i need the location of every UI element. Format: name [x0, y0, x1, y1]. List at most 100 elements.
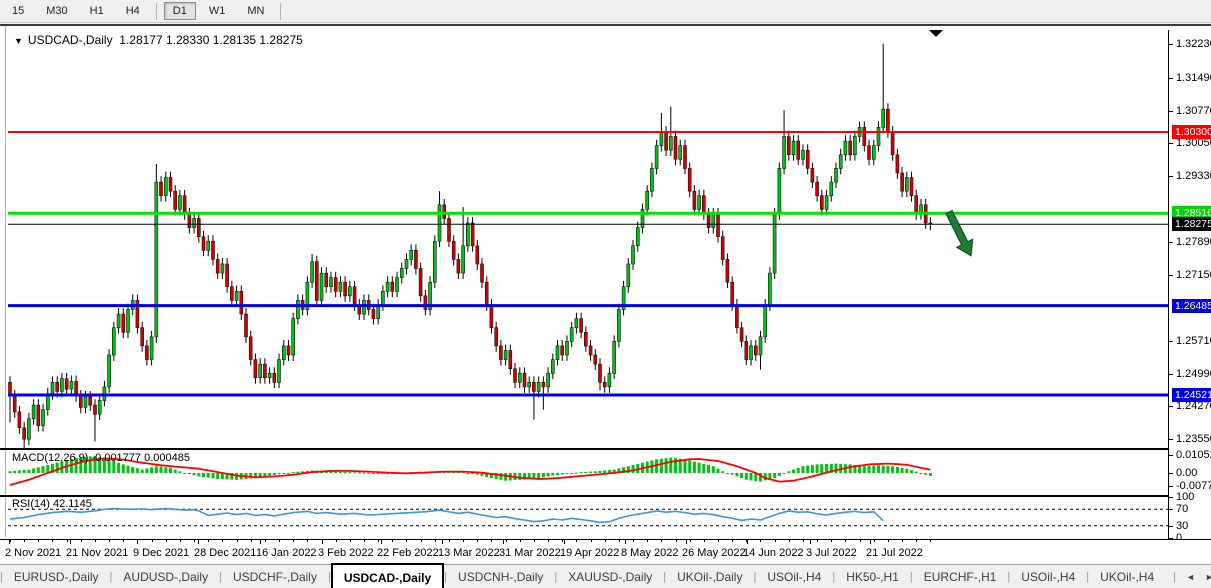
tab-xauusd-daily[interactable]: XAUUSD-,Daily	[557, 565, 663, 588]
tab-usdcnh-daily[interactable]: USDCNH-,Daily	[447, 565, 554, 588]
tab-ukoil-daily[interactable]: UKOil-,Daily	[666, 565, 753, 588]
date-minor-tick	[534, 540, 535, 542]
chart-tab-bar: | EURUSD-,Daily | AUDUSD-,Daily | USDCHF-,Dai…	[0, 563, 1211, 588]
tab-eurchf-h1[interactable]: EURCHF-,H1	[913, 565, 1008, 588]
date-minor-tick	[350, 540, 351, 542]
timeframe-button-mn[interactable]: MN	[238, 2, 273, 20]
date-tick-label: 16 Jan 2022	[256, 547, 317, 559]
tab-scroll-left-icon[interactable]: ◄	[1186, 572, 1195, 582]
tab-audusd-daily[interactable]: AUDUSD-,Daily	[112, 565, 219, 588]
timeframe-button-h4[interactable]: H4	[117, 2, 149, 20]
date-minor-tick	[789, 540, 790, 542]
date-minor-tick	[916, 540, 917, 542]
date-minor-tick	[888, 540, 889, 542]
date-tick	[137, 540, 138, 544]
price-tick	[1169, 143, 1173, 144]
timeframe-button-d1[interactable]: D1	[163, 2, 196, 20]
price-tick-label: 1.32230	[1176, 38, 1211, 50]
price-badge-support: 1.24521	[1172, 388, 1211, 402]
date-minor-tick	[392, 540, 393, 542]
rsi-axis-label: 100	[1176, 491, 1195, 503]
price-tick	[1169, 341, 1173, 342]
date-tick	[442, 540, 443, 544]
date-minor-tick	[930, 540, 931, 542]
tab-usdcad-daily[interactable]: USDCAD-,Daily	[330, 563, 445, 588]
price-badge-current-price: 1.28275	[1172, 217, 1211, 231]
date-minor-tick	[874, 540, 875, 542]
tab-usdchf-daily[interactable]: USDCHF-,Daily	[222, 565, 328, 588]
date-minor-tick	[676, 540, 677, 542]
price-tick-label: 1.24990	[1176, 368, 1211, 380]
timeframe-button-h1[interactable]: H1	[81, 2, 113, 20]
date-minor-tick	[67, 540, 68, 542]
price-badge-resistance: 1.30300	[1172, 125, 1211, 139]
date-tick	[9, 540, 10, 544]
date-minor-tick	[10, 540, 11, 542]
chart-title: ▼ USDCAD-,Daily 1.28177 1.28330 1.28135 1…	[14, 33, 303, 47]
price-tick-label: 1.30770	[1176, 105, 1211, 117]
tab-hk50-h1[interactable]: HK50-,H1	[835, 565, 910, 588]
date-axis[interactable]: 2 Nov 2021 21 Nov 2021 9 Dec 2021 28 Dec…	[0, 539, 1211, 566]
date-minor-tick	[647, 540, 648, 542]
tab-ukoil-h4[interactable]: UKOil-,H4	[1089, 565, 1165, 588]
symbol-dropdown-icon[interactable]: ▼	[14, 36, 23, 46]
price-badge-support: 1.26485	[1172, 299, 1211, 313]
price-axis[interactable]: 1.32230 1.31490 1.30770 1.30050 1.29330 …	[1168, 30, 1211, 544]
date-minor-tick	[180, 540, 181, 542]
date-minor-tick	[364, 540, 365, 542]
date-minor-tick	[265, 540, 266, 542]
date-minor-tick	[81, 540, 82, 542]
date-minor-tick	[237, 540, 238, 542]
rsi-label: RSI(14) 42.1145	[12, 498, 92, 510]
date-tick-label: 26 May 2022	[682, 547, 746, 559]
chart-ohlc-values: 1.28177 1.28330 1.28135 1.28275	[119, 33, 303, 47]
toolbar-divider	[280, 2, 282, 20]
candlestick-chart[interactable]	[8, 30, 1168, 448]
date-minor-tick	[605, 540, 606, 542]
macd-axis-label: 0.01052	[1176, 449, 1211, 461]
date-minor-tick	[718, 540, 719, 542]
tab-eurusd-daily[interactable]: EURUSD-,Daily	[3, 565, 110, 588]
date-minor-tick	[435, 540, 436, 542]
date-minor-tick	[831, 540, 832, 542]
tab-usoil-h4[interactable]: USOil-,H4	[756, 565, 832, 588]
date-minor-tick	[378, 540, 379, 542]
date-tick-label: 28 Dec 2021	[194, 547, 257, 559]
date-minor-tick	[38, 540, 39, 542]
date-tick-label: 2 Nov 2021	[5, 547, 62, 559]
rsi-line	[9, 507, 884, 524]
price-tick-label: 1.27150	[1176, 269, 1211, 281]
date-tick-label: 3 Jul 2022	[806, 547, 857, 559]
tab-scroll-right-icon[interactable]: ►	[1205, 572, 1211, 582]
date-minor-tick	[477, 540, 478, 542]
date-minor-tick	[506, 540, 507, 542]
tab-usoil-h4[interactable]: USOil-,H4	[1010, 565, 1086, 588]
down-arrow-annotation[interactable]	[945, 209, 974, 257]
date-tick-label: 19 Apr 2022	[560, 547, 620, 559]
rsi-indicator-pane[interactable]	[8, 497, 1168, 539]
timeframe-button-w1[interactable]: W1	[200, 2, 235, 20]
price-tick	[1169, 78, 1173, 79]
date-tick	[322, 540, 323, 544]
date-minor-tick	[123, 540, 124, 542]
date-minor-tick	[406, 540, 407, 542]
date-minor-tick	[491, 540, 492, 542]
date-minor-tick	[817, 540, 818, 542]
macd-label: MACD(12,26,9) -0.001777 0.000485	[12, 452, 190, 464]
price-tick	[1169, 44, 1173, 45]
date-minor-tick	[661, 540, 662, 542]
timeframe-toolbar: 15 M30 H1 H4 D1 W1 MN	[0, 0, 1211, 23]
date-minor-tick	[775, 540, 776, 542]
date-minor-tick	[619, 540, 620, 542]
date-tick	[625, 540, 626, 544]
date-minor-tick	[591, 540, 592, 542]
rsi-axis-label: 30	[1176, 520, 1189, 532]
date-minor-tick	[520, 540, 521, 542]
date-tick	[503, 540, 504, 544]
timeframe-button-m30[interactable]: M30	[37, 2, 76, 20]
date-minor-tick	[293, 540, 294, 542]
date-tick-label: 13 Mar 2022	[438, 547, 500, 559]
top-marker-icon	[929, 30, 943, 37]
timeframe-button-15[interactable]: 15	[3, 2, 33, 20]
toolbar-divider	[155, 2, 157, 20]
